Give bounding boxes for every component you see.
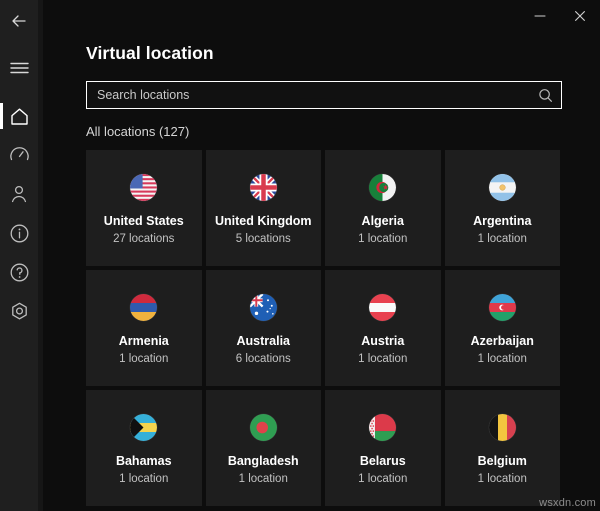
title-bar <box>43 0 600 34</box>
location-card[interactable]: United Kingdom 5 locations <box>205 150 321 266</box>
location-country-name: Belgium <box>477 454 527 468</box>
location-count-label: 1 location <box>358 233 408 245</box>
location-count-label: 27 locations <box>113 233 175 245</box>
location-country-name: Algeria <box>361 214 404 228</box>
search-icon[interactable] <box>538 88 553 103</box>
flag-icon <box>130 414 158 441</box>
flag-icon <box>249 414 277 441</box>
location-card[interactable]: Belgium 1 location <box>444 390 560 506</box>
flag-icon <box>249 174 277 201</box>
all-locations-label: All locations (127) <box>86 124 190 139</box>
flag-icon <box>488 294 516 321</box>
location-count-label: 5 locations <box>235 233 291 245</box>
location-country-name: Belarus <box>359 454 406 468</box>
location-count-label: 1 location <box>119 353 169 365</box>
info-circle-icon <box>9 223 30 244</box>
location-count-label: 1 location <box>358 353 408 365</box>
location-card[interactable]: Austria 1 location <box>325 270 441 386</box>
sidebar-item-menu[interactable] <box>0 49 38 87</box>
minimize-button[interactable] <box>520 2 560 30</box>
locations-grid: United States 27 locations United Kingdom… <box>86 150 568 506</box>
minimize-icon <box>533 10 547 22</box>
sidebar-item-account[interactable] <box>0 175 38 213</box>
main-content: Virtual location All locations (127) Uni… <box>43 0 600 511</box>
flag-icon <box>369 174 397 201</box>
home-icon <box>9 107 30 126</box>
location-card[interactable]: Bangladesh 1 location <box>205 390 321 506</box>
close-button[interactable] <box>560 2 600 30</box>
location-count-label: 1 location <box>119 473 169 485</box>
location-country-name: Armenia <box>118 334 169 348</box>
search-input[interactable] <box>97 83 538 107</box>
flag-icon <box>488 174 516 201</box>
location-card[interactable]: Argentina 1 location <box>444 150 560 266</box>
location-country-name: Argentina <box>473 214 532 228</box>
sidebar-item-speed[interactable] <box>0 136 38 174</box>
location-count-label: 1 location <box>358 473 408 485</box>
location-country-name: Bangladesh <box>227 454 299 468</box>
flag-icon <box>369 294 397 321</box>
settings-hexagon-icon <box>9 301 30 322</box>
sidebar-item-about[interactable] <box>0 214 38 252</box>
location-count-label: 6 locations <box>235 353 291 365</box>
location-card[interactable]: United States 27 locations <box>86 150 202 266</box>
search-box[interactable] <box>86 81 562 109</box>
sidebar-item-settings[interactable] <box>0 292 38 330</box>
close-icon <box>573 9 587 23</box>
location-country-name: United States <box>103 214 184 228</box>
location-country-name: Bahamas <box>115 454 172 468</box>
hamburger-menu-icon <box>9 61 29 75</box>
location-count-label: 1 location <box>238 473 288 485</box>
location-count-label: 1 location <box>477 473 527 485</box>
location-country-name: Azerbaijan <box>470 334 534 348</box>
location-count-label: 1 location <box>477 233 527 245</box>
flag-icon <box>249 294 277 321</box>
location-card[interactable]: Algeria 1 location <box>325 150 441 266</box>
location-card[interactable]: Azerbaijan 1 location <box>444 270 560 386</box>
flag-icon <box>369 414 397 441</box>
sidebar-divider <box>38 0 43 511</box>
location-card[interactable]: Belarus 1 location <box>325 390 441 506</box>
location-country-name: Australia <box>236 334 291 348</box>
location-card[interactable]: Bahamas 1 location <box>86 390 202 506</box>
flag-icon <box>130 174 158 201</box>
page-title: Virtual location <box>86 43 214 63</box>
sidebar-selection-indicator <box>0 103 3 129</box>
arrow-left-icon <box>9 11 29 31</box>
question-circle-icon <box>9 262 30 283</box>
sidebar-item-help[interactable] <box>0 253 38 291</box>
location-count-label: 1 location <box>477 353 527 365</box>
sidebar <box>0 0 38 511</box>
location-card[interactable]: Australia 6 locations <box>205 270 321 386</box>
flag-icon <box>488 414 516 441</box>
sidebar-item-home[interactable] <box>0 97 38 135</box>
location-card[interactable]: Armenia 1 location <box>86 270 202 386</box>
location-country-name: Austria <box>361 334 405 348</box>
gauge-icon <box>9 145 30 166</box>
flag-icon <box>130 294 158 321</box>
sidebar-item-back[interactable] <box>0 2 38 40</box>
person-icon <box>9 184 29 204</box>
location-country-name: United Kingdom <box>214 214 312 228</box>
app-window: Virtual location All locations (127) Uni… <box>0 0 600 511</box>
